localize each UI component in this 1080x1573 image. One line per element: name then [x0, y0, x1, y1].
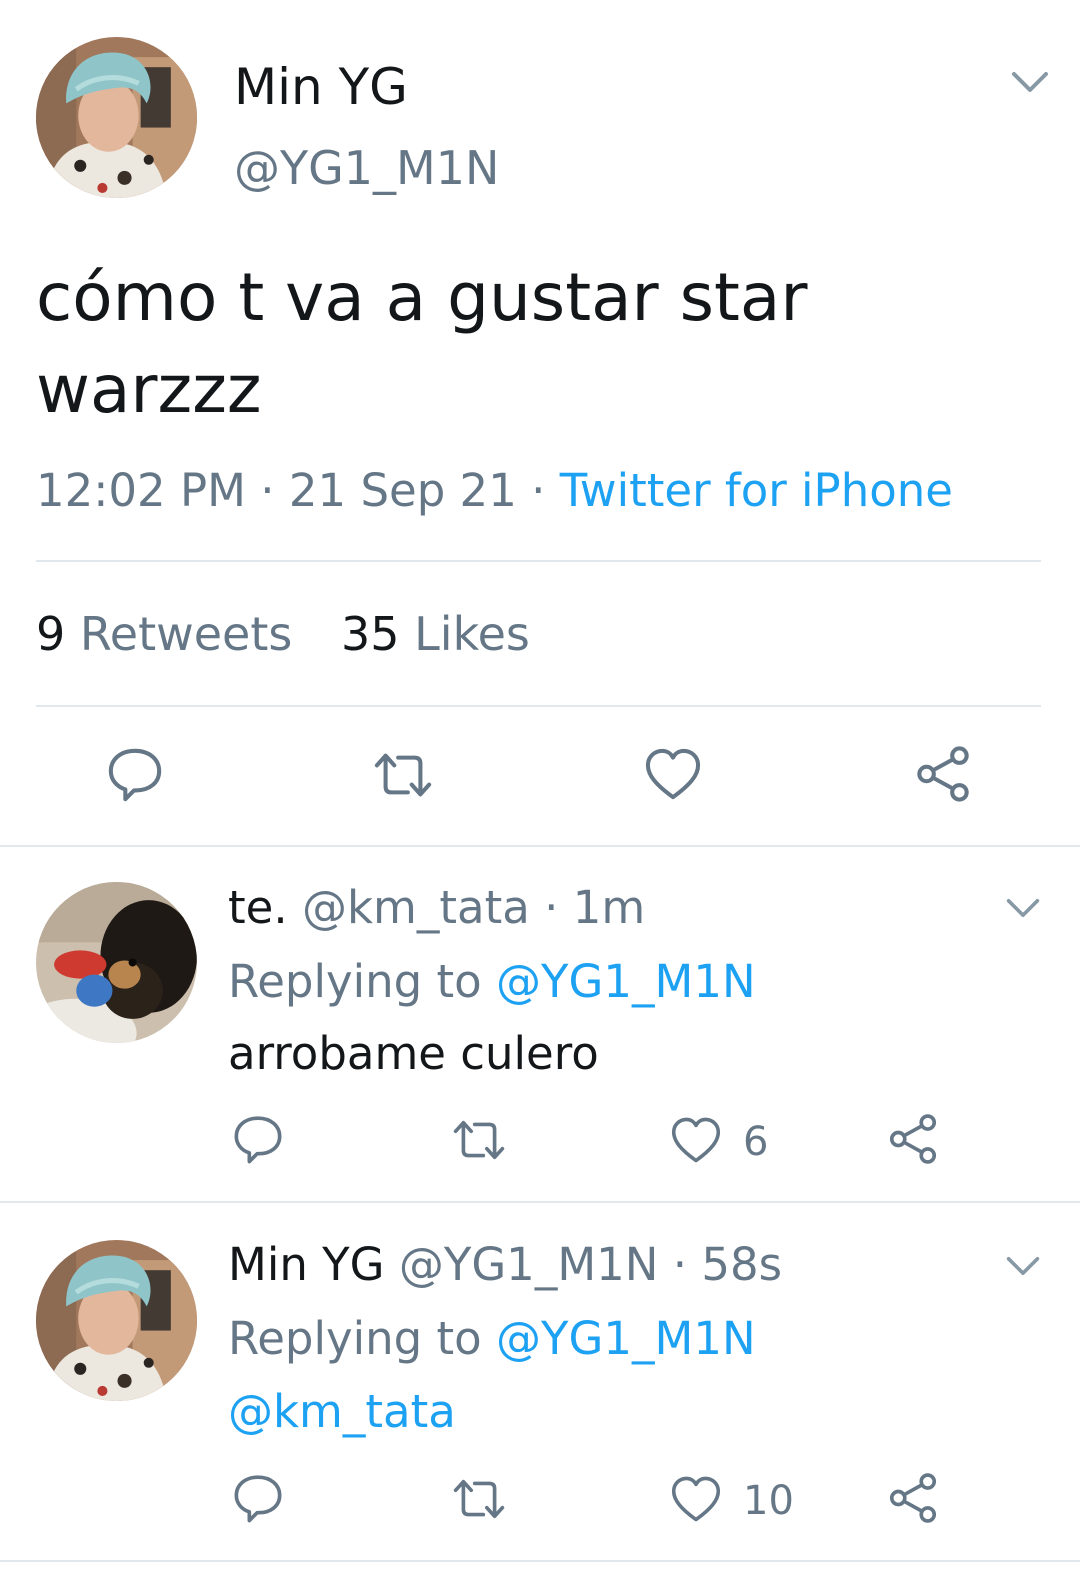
- meta-separator: ·: [245, 464, 289, 517]
- reply-time: 58s: [701, 1238, 783, 1291]
- replying-to: Replying to @YG1_M1N: [228, 1311, 756, 1367]
- like-icon[interactable]: [670, 1116, 722, 1164]
- divider: [0, 1560, 1080, 1562]
- divider: [36, 705, 1041, 707]
- stats-retweets[interactable]: 9 Retweets: [36, 607, 292, 661]
- like-count: 6: [743, 1119, 769, 1165]
- retweet-icon[interactable]: [449, 1473, 509, 1525]
- replying-to: Replying to @YG1_M1N: [228, 954, 756, 1010]
- tweet-source-link[interactable]: Twitter for iPhone: [560, 464, 953, 517]
- retweets-count: 9: [36, 607, 66, 661]
- reply-author-handle[interactable]: @YG1_M1N: [399, 1238, 659, 1291]
- author-avatar[interactable]: [36, 37, 197, 198]
- retweets-label: Retweets: [79, 607, 293, 661]
- reply-icon[interactable]: [232, 1113, 284, 1165]
- likes-count: 35: [341, 607, 400, 661]
- reply-text-mention[interactable]: @km_tata: [228, 1384, 456, 1440]
- reply-avatar[interactable]: [36, 882, 197, 1043]
- like-count: 10: [743, 1478, 794, 1524]
- reply-author-handle[interactable]: @km_tata: [302, 881, 530, 934]
- replying-to-label: Replying to: [228, 955, 482, 1008]
- likes-label: Likes: [414, 607, 530, 661]
- reply-header: te. @km_tata · 1m: [228, 880, 645, 936]
- reply-time: 1m: [572, 881, 646, 934]
- reply-icon[interactable]: [232, 1472, 284, 1524]
- reply-text: arrobame culero: [228, 1027, 599, 1080]
- meta-separator: ·: [658, 1238, 702, 1291]
- chevron-down-icon[interactable]: [1005, 1255, 1041, 1277]
- reply-icon[interactable]: [106, 745, 164, 803]
- reply-author-name[interactable]: te.: [228, 881, 288, 934]
- tweet-text-line2: warzzz: [36, 351, 262, 428]
- author-handle[interactable]: @YG1_M1N: [234, 140, 499, 196]
- replying-to-label: Replying to: [228, 1312, 482, 1365]
- share-icon[interactable]: [887, 1472, 939, 1524]
- reply-author-name[interactable]: Min YG: [228, 1238, 385, 1291]
- retweet-icon[interactable]: [449, 1114, 509, 1166]
- share-icon[interactable]: [887, 1113, 939, 1165]
- divider: [0, 845, 1080, 847]
- like-icon[interactable]: [644, 747, 702, 801]
- tweet-meta: 12:02 PM · 21 Sep 21 · Twitter for iPhon…: [36, 462, 953, 520]
- like-icon[interactable]: [670, 1475, 722, 1523]
- tweet-date: 21 Sep 21: [288, 464, 517, 517]
- replying-to-handle[interactable]: @YG1_M1N: [496, 955, 756, 1008]
- reply-header: Min YG @YG1_M1N · 58s: [228, 1237, 782, 1293]
- reply-avatar[interactable]: [36, 1240, 197, 1401]
- author-name[interactable]: Min YG: [234, 58, 408, 116]
- retweet-icon[interactable]: [370, 746, 436, 804]
- stats-likes[interactable]: 35 Likes: [341, 607, 530, 661]
- tweet-time: 12:02 PM: [36, 464, 246, 517]
- divider: [0, 1201, 1080, 1203]
- share-icon[interactable]: [914, 745, 972, 803]
- divider: [36, 560, 1041, 562]
- replying-to-handle[interactable]: @YG1_M1N: [496, 1312, 756, 1365]
- tweet-text-line1: cómo t va a gustar star: [36, 259, 808, 336]
- chevron-down-icon[interactable]: [1005, 897, 1041, 919]
- tweet-stats: 9 Retweets 35 Likes: [36, 604, 530, 664]
- chevron-down-icon[interactable]: [1010, 70, 1050, 94]
- meta-separator: ·: [529, 881, 573, 934]
- meta-separator: ·: [516, 464, 560, 517]
- tweet-text: cómo t va a gustar star warzzz: [36, 252, 1036, 436]
